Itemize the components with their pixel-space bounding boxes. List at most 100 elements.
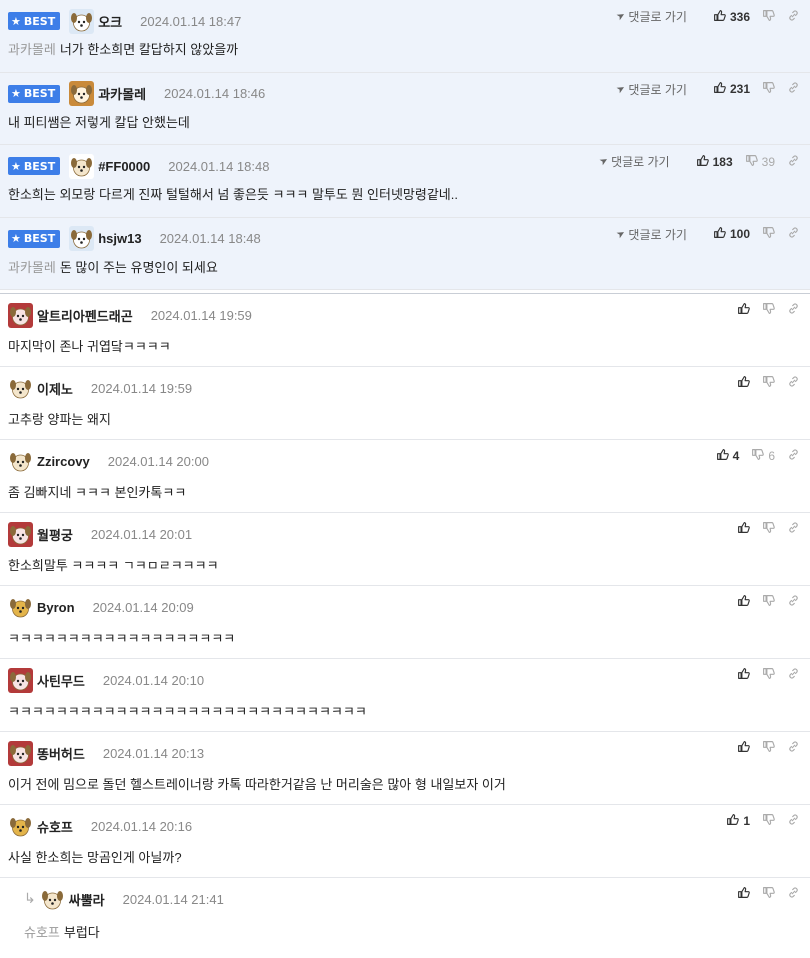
upvote-button[interactable]: 183 bbox=[696, 154, 733, 170]
nickname[interactable]: Byron bbox=[37, 600, 75, 615]
share-link-button[interactable] bbox=[787, 154, 800, 170]
thumbs-down-icon bbox=[751, 448, 765, 464]
downvote-button[interactable]: 39 bbox=[745, 154, 775, 170]
upvote-button[interactable] bbox=[737, 594, 750, 610]
best-comment: ★ BEST #FF0000 2024.01.14 18:48 ➤ 댓글로 가기 183 39… bbox=[0, 145, 810, 218]
downvote-button[interactable] bbox=[762, 226, 775, 242]
comment-date: 2024.01.14 18:47 bbox=[140, 13, 242, 29]
comment: Byron 2024.01.14 20:09 ㅋㅋㅋㅋㅋㅋㅋㅋㅋㅋㅋㅋㅋㅋㅋㅋㅋㅋㅋ bbox=[0, 586, 810, 659]
comment-body: 내 피티쌤은 저렇게 칼답 안했는데 bbox=[8, 112, 190, 131]
link-icon bbox=[787, 667, 800, 683]
comment-actions bbox=[725, 886, 800, 902]
share-link-button[interactable] bbox=[787, 521, 800, 537]
nickname[interactable]: 월평궁 bbox=[37, 525, 73, 544]
share-link-button[interactable] bbox=[787, 302, 800, 318]
goto-label: 댓글로 가기 bbox=[628, 82, 687, 97]
share-link-button[interactable] bbox=[787, 81, 800, 97]
nickname[interactable]: 과카몰레 bbox=[98, 84, 146, 103]
best-badge: ★ BEST bbox=[8, 84, 61, 103]
link-icon bbox=[787, 448, 800, 464]
nickname[interactable]: 이제노 bbox=[37, 379, 73, 398]
thumbs-down-icon bbox=[762, 226, 775, 242]
upvote-count: 4 bbox=[732, 449, 740, 463]
comment-actions bbox=[725, 594, 800, 610]
thumbs-up-icon bbox=[713, 9, 726, 25]
comment-date: 2024.01.14 18:48 bbox=[168, 158, 270, 174]
comment: Zzircovy 2024.01.14 20:00 4 6 좀 김빠지네 ㅋㅋㅋ 본인카… bbox=[0, 440, 810, 513]
avatar bbox=[8, 594, 33, 620]
downvote-button[interactable] bbox=[762, 740, 775, 756]
upvote-button[interactable] bbox=[737, 740, 750, 756]
nickname[interactable]: 사틴무드 bbox=[37, 671, 85, 690]
downvote-button[interactable] bbox=[762, 521, 775, 537]
thumbs-down-icon bbox=[762, 521, 775, 537]
thumbs-up-icon bbox=[737, 594, 750, 610]
upvote-button[interactable]: 100 bbox=[713, 226, 750, 242]
nickname[interactable]: #FF0000 bbox=[98, 159, 150, 174]
best-badge: ★ BEST bbox=[8, 229, 61, 248]
comment: 사틴무드 2024.01.14 20:10 ㅋㅋㅋㅋㅋㅋㅋㅋㅋㅋㅋㅋㅋㅋㅋㅋㅋㅋㅋㅋ… bbox=[0, 659, 810, 732]
downvote-button[interactable] bbox=[762, 81, 775, 97]
share-link-button[interactable] bbox=[787, 9, 800, 25]
upvote-button[interactable] bbox=[737, 886, 750, 902]
comment-date: 2024.01.14 20:01 bbox=[90, 526, 193, 542]
best-label: BEST bbox=[23, 159, 56, 173]
upvote-button[interactable] bbox=[737, 667, 750, 683]
upvote-count: 1 bbox=[743, 814, 750, 828]
comment-body: 슈호프 부럽다 bbox=[24, 922, 100, 941]
comment-header: 사틴무드 2024.01.14 20:10 bbox=[8, 667, 204, 693]
comment-actions: 46 bbox=[704, 448, 800, 464]
downvote-button[interactable]: 6 bbox=[751, 448, 775, 464]
link-icon bbox=[787, 375, 800, 391]
nickname[interactable]: 똥버허드 bbox=[37, 744, 85, 763]
upvote-button[interactable] bbox=[737, 302, 750, 318]
goto-comment-link[interactable]: ➤ 댓글로 가기 bbox=[615, 226, 687, 243]
downvote-button[interactable] bbox=[762, 594, 775, 610]
star-icon: ★ bbox=[11, 87, 21, 100]
thumbs-down-icon bbox=[762, 81, 775, 97]
downvote-button[interactable] bbox=[762, 813, 775, 829]
goto-comment-link[interactable]: ➤ 댓글로 가기 bbox=[615, 8, 687, 25]
downvote-button[interactable] bbox=[762, 302, 775, 318]
mention[interactable]: 과카몰레 bbox=[8, 260, 56, 275]
best-label: BEST bbox=[23, 232, 56, 245]
upvote-button[interactable]: 1 bbox=[726, 813, 750, 829]
nickname[interactable]: Zzircovy bbox=[37, 454, 90, 469]
thumbs-up-icon bbox=[696, 154, 709, 170]
mention[interactable]: 슈호프 bbox=[24, 925, 60, 940]
nickname[interactable]: 알트리아펜드래곤 bbox=[37, 306, 133, 325]
goto-comment-link[interactable]: ➤ 댓글로 가기 bbox=[615, 81, 687, 98]
downvote-button[interactable] bbox=[762, 9, 775, 25]
downvote-button[interactable] bbox=[762, 375, 775, 391]
thumbs-down-icon bbox=[762, 886, 775, 902]
comment-text: 한소희는 외모랑 다르게 진짜 털털해서 넘 좋은듯 ㅋㅋㅋ 말투도 뭔 인터넷… bbox=[8, 187, 458, 202]
share-link-button[interactable] bbox=[787, 667, 800, 683]
share-link-button[interactable] bbox=[787, 594, 800, 610]
comment: 이제노 2024.01.14 19:59 고추랑 양파는 왜지 bbox=[0, 367, 810, 440]
share-link-button[interactable] bbox=[787, 226, 800, 242]
share-link-button[interactable] bbox=[787, 740, 800, 756]
upvote-button[interactable] bbox=[737, 375, 750, 391]
upvote-button[interactable]: 336 bbox=[713, 9, 750, 25]
downvote-button[interactable] bbox=[762, 667, 775, 683]
thumbs-up-icon bbox=[737, 740, 750, 756]
comment-text: 마지막이 존나 귀엽닼ㅋㅋㅋㅋ bbox=[8, 339, 171, 354]
nickname[interactable]: 슈호프 bbox=[37, 817, 73, 836]
upvote-button[interactable]: 231 bbox=[713, 81, 750, 97]
avatar bbox=[8, 667, 33, 693]
downvote-button[interactable] bbox=[762, 886, 775, 902]
share-link-button[interactable] bbox=[787, 448, 800, 464]
share-link-button[interactable] bbox=[787, 375, 800, 391]
goto-comment-link[interactable]: ➤ 댓글로 가기 bbox=[597, 153, 669, 170]
comment-body: 과카몰레 너가 한소희면 칼답하지 않았을까 bbox=[8, 39, 238, 58]
upvote-button[interactable] bbox=[737, 521, 750, 537]
share-link-button[interactable] bbox=[787, 886, 800, 902]
nickname[interactable]: 싸뿔라 bbox=[69, 890, 105, 909]
nickname[interactable]: 오크 bbox=[98, 12, 122, 31]
mention[interactable]: 과카몰레 bbox=[8, 42, 56, 57]
upvote-button[interactable]: 4 bbox=[716, 448, 740, 464]
share-link-button[interactable] bbox=[787, 813, 800, 829]
best-badge: ★ BEST bbox=[8, 12, 61, 30]
nickname[interactable]: hsjw13 bbox=[98, 231, 141, 246]
comment-header: Zzircovy 2024.01.14 20:00 bbox=[8, 448, 209, 474]
